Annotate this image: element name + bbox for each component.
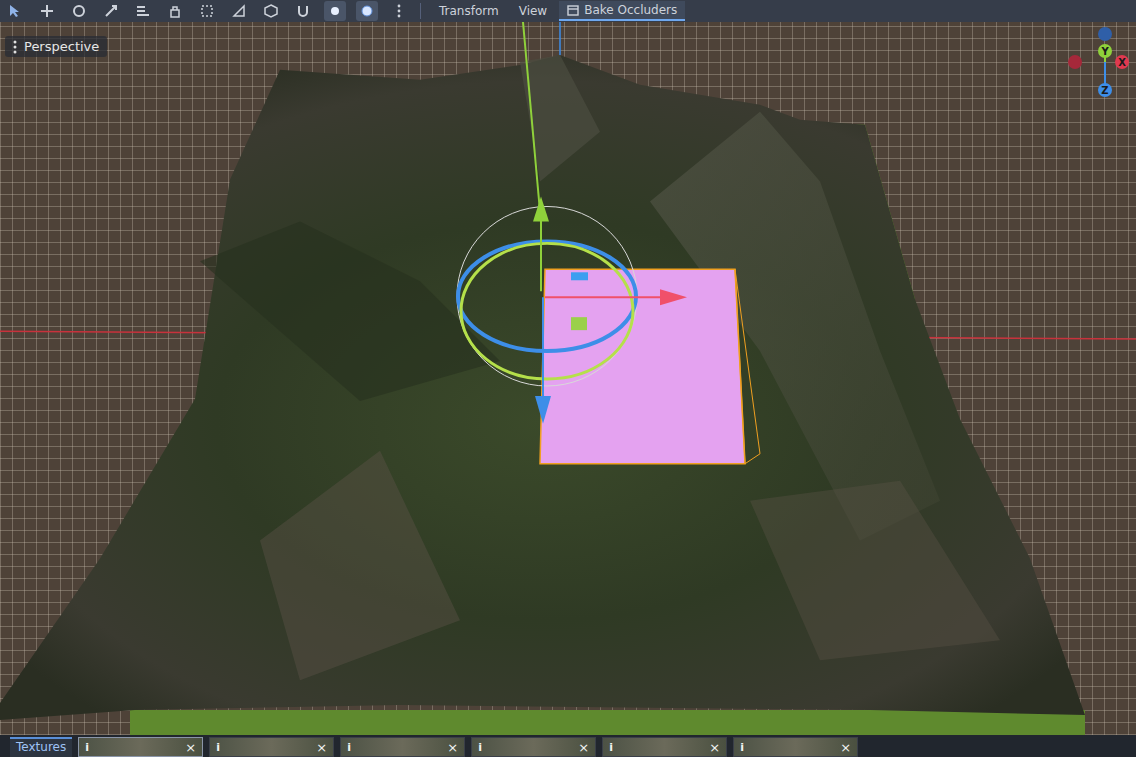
snap-button[interactable] — [292, 1, 314, 21]
close-button[interactable]: × — [185, 741, 196, 754]
textures-tab[interactable]: Textures — [10, 737, 72, 757]
menu-dots-icon — [13, 40, 17, 54]
group-button[interactable] — [196, 1, 218, 21]
texture-icon: i — [216, 741, 220, 754]
sun-icon — [328, 4, 342, 18]
texture-tab[interactable]: i× — [209, 737, 334, 757]
select-button[interactable] — [4, 1, 26, 21]
sun-button[interactable] — [324, 1, 346, 21]
x-arrow-icon[interactable] — [660, 289, 687, 305]
list-select-icon — [136, 4, 150, 18]
rotate-button[interactable] — [68, 1, 90, 21]
texture-icon: i — [740, 741, 744, 754]
close-button[interactable]: × — [447, 741, 458, 754]
svg-text:X: X — [1118, 57, 1126, 68]
move-button[interactable] — [36, 1, 58, 21]
svg-text:Z: Z — [1101, 85, 1108, 96]
select-icon — [8, 4, 22, 18]
texture-icon: i — [347, 741, 351, 754]
group-icon — [200, 4, 214, 18]
toolbar-menu[interactable]: Transform — [431, 2, 507, 20]
close-button[interactable]: × — [840, 741, 851, 754]
lock-button[interactable] — [164, 1, 186, 21]
move-icon — [40, 4, 54, 18]
ruler-button[interactable] — [228, 1, 250, 21]
terrain — [0, 55, 1085, 720]
scene — [0, 22, 1136, 735]
more-icon — [392, 4, 406, 18]
texture-icon: i — [609, 741, 613, 754]
y-arrow-icon[interactable] — [533, 197, 549, 222]
bake-icon — [567, 4, 579, 16]
viewport-toolbar: TransformViewBake Occluders — [0, 0, 1136, 22]
ground-strip — [130, 710, 1085, 735]
svg-text:Y: Y — [1100, 46, 1109, 57]
scale-button[interactable] — [100, 1, 122, 21]
perspective-menu[interactable]: Perspective — [5, 36, 107, 57]
snap-icon — [296, 4, 310, 18]
more-button[interactable] — [388, 1, 410, 21]
occluder-box[interactable] — [540, 269, 745, 463]
texture-icon: i — [85, 741, 89, 754]
environment-button[interactable] — [356, 1, 378, 21]
texture-tab[interactable]: i× — [471, 737, 596, 757]
toolbar-separator — [420, 3, 421, 19]
rotate-x-ring[interactable] — [461, 243, 633, 379]
godot-editor: TransformViewBake Occluders Perspective Y Z… — [0, 0, 1136, 757]
close-button[interactable]: × — [709, 741, 720, 754]
close-button[interactable]: × — [578, 741, 589, 754]
texture-tab[interactable]: i× — [78, 737, 203, 757]
texture-tab[interactable]: i× — [340, 737, 465, 757]
toolbar-menu[interactable]: View — [511, 2, 555, 20]
texture-tab[interactable]: i× — [733, 737, 858, 757]
rotate-icon — [72, 4, 86, 18]
bottom-panel: Texturesi×i×i×i×i×i× — [0, 735, 1136, 757]
scale-icon — [104, 4, 118, 18]
texture-tab[interactable]: i× — [602, 737, 727, 757]
mesh-button[interactable] — [260, 1, 282, 21]
3d-viewport[interactable]: Perspective Y Z X — [0, 22, 1136, 735]
environment-icon — [360, 4, 374, 18]
axis-gizmo[interactable]: Y Z X — [1060, 22, 1136, 108]
list-select-button[interactable] — [132, 1, 154, 21]
close-button[interactable]: × — [316, 741, 327, 754]
mesh-icon — [264, 4, 278, 18]
ruler-icon — [232, 4, 246, 18]
z-arrow-icon[interactable] — [535, 396, 551, 424]
lock-icon — [168, 4, 182, 18]
bake-occluders-button[interactable]: Bake Occluders — [559, 1, 685, 21]
texture-icon: i — [478, 741, 482, 754]
